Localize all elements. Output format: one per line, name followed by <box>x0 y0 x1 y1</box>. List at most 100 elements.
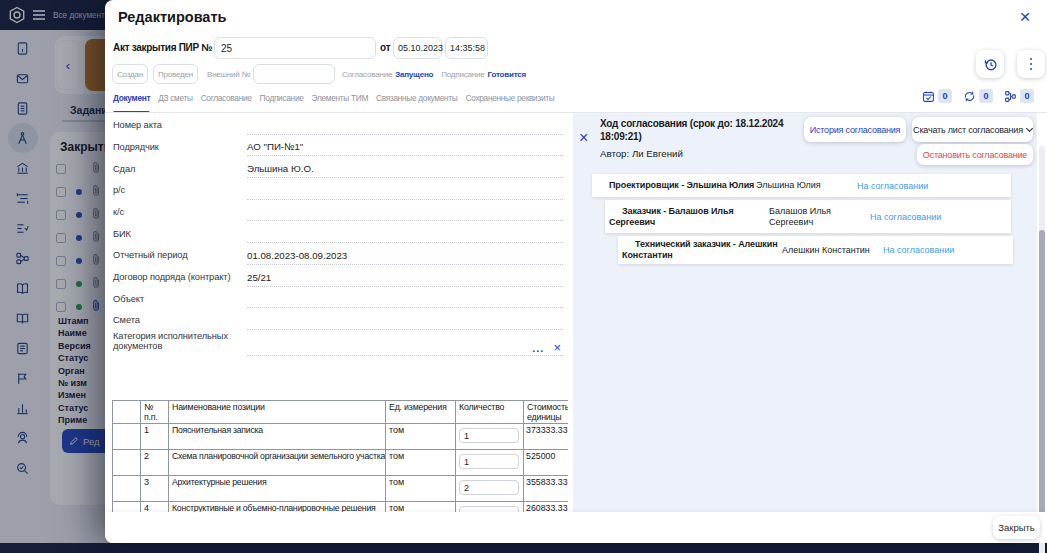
column-header: Наименование позиции <box>169 401 386 424</box>
clear-icon[interactable]: × <box>553 343 561 353</box>
step-user: Эльшина Юлия <box>756 180 851 191</box>
column-header: № п.п. <box>141 401 169 424</box>
row-select-cell[interactable] <box>113 502 141 513</box>
row-number-cell: 2 <box>141 450 169 476</box>
step-status[interactable]: На согласовании <box>870 212 941 222</box>
step-status[interactable]: На согласовании <box>857 181 928 191</box>
tab-3[interactable]: Согласование <box>201 88 252 112</box>
step-role: Заказчик - Балашов Илья Сергеевич <box>609 206 769 228</box>
field-value[interactable] <box>247 185 563 200</box>
table-row[interactable]: 4Конструктивные и объемно-планировочные … <box>113 502 569 513</box>
quantity-input[interactable]: 2 <box>459 480 519 495</box>
modal-tabs: Документ ДЗ сметы Согласование Подписание Эл… <box>113 88 554 112</box>
field-value[interactable]: 01.08.2023-08.09.2023 <box>247 250 563 265</box>
doc-from-label: от <box>380 42 391 53</box>
unit-cell: том <box>386 424 456 450</box>
field-label: Отчетный период <box>105 250 247 265</box>
quantity-cell <box>456 502 524 513</box>
field-value[interactable] <box>247 315 563 330</box>
people-sync-icon <box>963 90 976 103</box>
field-value[interactable] <box>247 206 563 221</box>
people-sync-counter[interactable]: 0 <box>963 89 993 103</box>
chevron-down-icon <box>1026 124 1033 131</box>
field-actions: ... × <box>532 342 561 354</box>
counter-badge: 0 <box>938 89 952 103</box>
tab-6[interactable]: Связанные документы <box>376 88 457 112</box>
field-value[interactable]: ... × <box>247 341 563 356</box>
hierarchy-counter[interactable]: 0 <box>1004 89 1034 103</box>
approval-panel-title: Ход согласования (срок до: 18.12.2024 18… <box>600 118 795 143</box>
unit-cell: том <box>386 502 456 513</box>
approval-step: Проектировщик - Эльшина ЮлияЭльшина Юлия… <box>592 174 1011 197</box>
row-number-cell: 4 <box>141 502 169 513</box>
doc-time-input[interactable]: 14:35:58 <box>445 37 488 59</box>
column-header: Количество <box>456 401 524 424</box>
more-icon[interactable]: ... <box>532 342 544 354</box>
row-select-cell[interactable] <box>113 476 141 502</box>
close-button[interactable]: Закрыть <box>993 516 1040 539</box>
step-role: Проектировщик - Эльшина Юлия <box>596 180 756 191</box>
table-row[interactable]: 3Архитектурные решениятом2355833.33 <box>113 476 569 502</box>
form-field: ПодрядчикАО "ПИ-№1" <box>105 135 568 157</box>
field-value[interactable]: АО "ПИ-№1" <box>247 141 563 156</box>
field-value[interactable] <box>247 293 563 308</box>
approval-author: Автор: Ли Евгений <box>600 148 683 159</box>
signing-label: Подписание <box>441 70 484 79</box>
position-name-cell: Конструктивные и объемно-планировочные р… <box>169 502 386 513</box>
status-chip-created[interactable]: Создан <box>112 64 148 84</box>
doc-type-label: Акт закрытия ПИР № <box>113 42 212 53</box>
table-row[interactable]: 2Схема планировочной организации земельн… <box>113 450 569 476</box>
row-number-cell: 3 <box>141 476 169 502</box>
field-label: Смета <box>105 315 247 330</box>
external-number-input[interactable] <box>253 64 335 84</box>
form-field: СдалЭльшина Ю.О. <box>105 156 568 178</box>
form-field: Отчетный период01.08.2023-08.09.2023 <box>105 243 568 265</box>
column-header <box>113 401 141 424</box>
table-row[interactable]: 1Пояснительная запискатом1373333.33 <box>113 424 569 450</box>
form-field: Категория исполнительных документов... × <box>105 330 568 356</box>
quantity-input[interactable]: 1 <box>459 428 519 443</box>
quantity-input[interactable]: 1 <box>459 454 519 469</box>
scrollbar-thumb[interactable] <box>1039 230 1045 530</box>
doc-date-input[interactable]: 05.10.2023 <box>393 37 442 59</box>
document-header-row: Акт закрытия ПИР № 25 от 05.10.2023 14:3… <box>105 36 1047 60</box>
field-value[interactable] <box>247 228 563 243</box>
modal-title: Редактировать <box>118 9 226 25</box>
field-label: Сдал <box>105 164 247 179</box>
tab-2[interactable]: ДЗ сметы <box>158 88 193 112</box>
stop-approval-button[interactable]: Остановить согласование <box>917 144 1033 165</box>
price-cell: 260833.33 <box>524 502 569 513</box>
field-value[interactable]: Эльшина Ю.О. <box>247 163 563 178</box>
field-value[interactable]: 25/21 <box>247 272 563 287</box>
calendar-check-icon <box>922 90 935 103</box>
approval-history-button[interactable]: История согласования <box>804 117 906 142</box>
download-sheet-button[interactable]: Скачать лист согласования <box>912 117 1033 142</box>
column-header: Ед. измерения <box>386 401 456 424</box>
field-label: Категория исполнительных документов <box>105 331 247 356</box>
calendar-check-counter[interactable]: 0 <box>922 89 952 103</box>
tab-1[interactable]: Документ <box>113 88 150 112</box>
column-header: Стоимость единицы <box>524 401 569 424</box>
price-cell: 525000 <box>524 450 569 476</box>
doc-number-input[interactable]: 25 <box>214 37 376 59</box>
document-form-region: Номер актаПодрядчикАО "ПИ-№1"СдалЭльшина… <box>105 113 568 512</box>
step-user: Балашов Илья Сергеевич <box>769 206 864 228</box>
form-field: к/с <box>105 200 568 222</box>
tab-5[interactable]: Элементы ТИМ <box>312 88 368 112</box>
row-select-cell[interactable] <box>113 450 141 476</box>
approval-label: Согласование <box>342 70 392 79</box>
field-label: БИК <box>105 229 247 244</box>
status-row: Создан Проведен Внешний № Согласование З… <box>112 63 526 85</box>
approval-panel: × Ход согласования (срок до: 18.12.2024 … <box>573 113 1037 512</box>
close-icon[interactable]: × <box>1013 5 1037 29</box>
tab-7[interactable]: Сохраненные реквизиты <box>466 88 555 112</box>
step-status[interactable]: На согласовании <box>883 245 954 255</box>
field-value[interactable] <box>247 120 563 135</box>
approval-panel-close-icon[interactable]: × <box>579 129 588 147</box>
price-cell: 373333.33 <box>524 424 569 450</box>
row-select-cell[interactable] <box>113 424 141 450</box>
step-user: Алешкин Константин <box>782 245 877 256</box>
tab-4[interactable]: Подписание <box>260 88 304 112</box>
status-chip-posted[interactable]: Проведен <box>153 64 198 84</box>
approval-step: Заказчик - Балашов Илья СергеевичБалашов… <box>605 200 1011 233</box>
